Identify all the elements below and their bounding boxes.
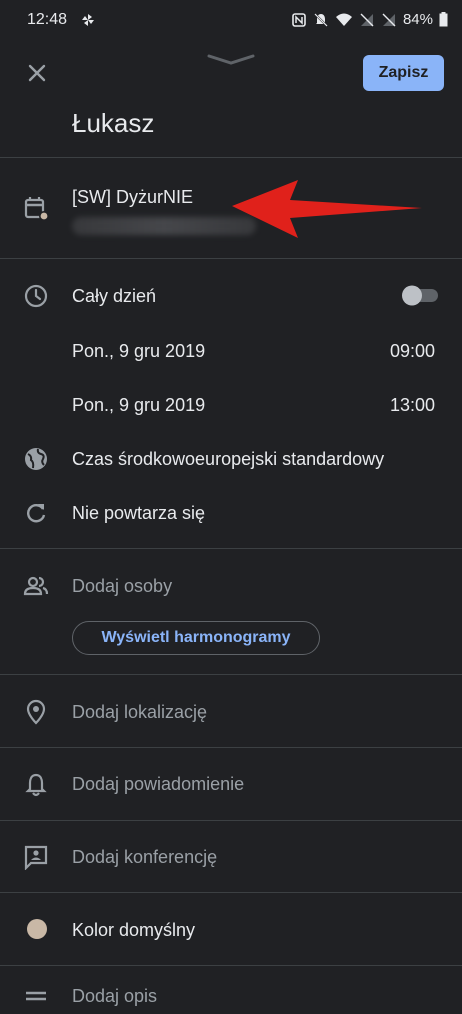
clock-icon — [24, 284, 48, 308]
nfc-icon — [292, 12, 306, 27]
divider — [0, 965, 462, 966]
save-button[interactable]: Zapisz — [363, 55, 444, 91]
conference-icon — [24, 845, 48, 870]
no-signal-icon-2 — [382, 13, 396, 26]
people-icon — [23, 576, 49, 596]
timezone-field[interactable]: Czas środkowoeuropejski standardowy — [72, 449, 384, 470]
add-location-field[interactable]: Dodaj lokalizację — [72, 702, 207, 723]
annotation-arrow — [232, 180, 422, 238]
all-day-toggle[interactable] — [400, 283, 440, 307]
add-conference-field[interactable]: Dodaj konferencję — [72, 847, 217, 868]
add-notification-field[interactable]: Dodaj powiadomienie — [72, 774, 244, 795]
end-date[interactable]: Pon., 9 gru 2019 — [72, 395, 205, 416]
divider — [0, 258, 462, 259]
muted-bell-icon — [314, 12, 328, 27]
start-date[interactable]: Pon., 9 gru 2019 — [72, 341, 205, 362]
color-field[interactable]: Kolor domyślny — [72, 920, 195, 941]
divider — [0, 548, 462, 549]
divider — [0, 892, 462, 893]
status-icons: 84% — [291, 11, 448, 28]
globe-icon — [25, 448, 47, 470]
battery-percent: 84% — [402, 11, 433, 28]
calendar-icon — [24, 197, 49, 221]
calendar-name[interactable]: [SW] DyżurNIE — [72, 187, 193, 208]
repeat-field[interactable]: Nie powtarza się — [72, 503, 205, 524]
divider — [0, 747, 462, 748]
divider — [0, 674, 462, 675]
battery-icon — [439, 12, 448, 27]
repeat-icon — [27, 504, 46, 523]
view-schedules-button[interactable]: Wyświetl harmonogramy — [72, 621, 320, 655]
bell-icon — [25, 773, 47, 797]
event-title-field[interactable]: Łukasz — [72, 108, 154, 139]
end-time[interactable]: 13:00 — [390, 395, 435, 416]
add-description-field[interactable]: Dodaj opis — [72, 986, 157, 1007]
all-day-label: Cały dzień — [72, 286, 157, 306]
collapse-handle-icon[interactable] — [205, 52, 257, 66]
pinwheel-icon — [82, 14, 94, 26]
add-people-field[interactable]: Dodaj osoby — [72, 576, 172, 597]
divider — [0, 820, 462, 821]
no-signal-icon — [360, 13, 374, 26]
location-pin-icon — [26, 699, 46, 725]
notes-icon — [26, 991, 46, 1001]
close-icon[interactable] — [24, 60, 50, 86]
color-swatch-icon — [27, 919, 47, 939]
status-time: 12:48 — [27, 11, 68, 28]
status-bar: 12:48 84% — [0, 0, 462, 40]
start-time[interactable]: 09:00 — [390, 341, 435, 362]
wifi-icon — [335, 13, 352, 26]
divider — [0, 157, 462, 158]
